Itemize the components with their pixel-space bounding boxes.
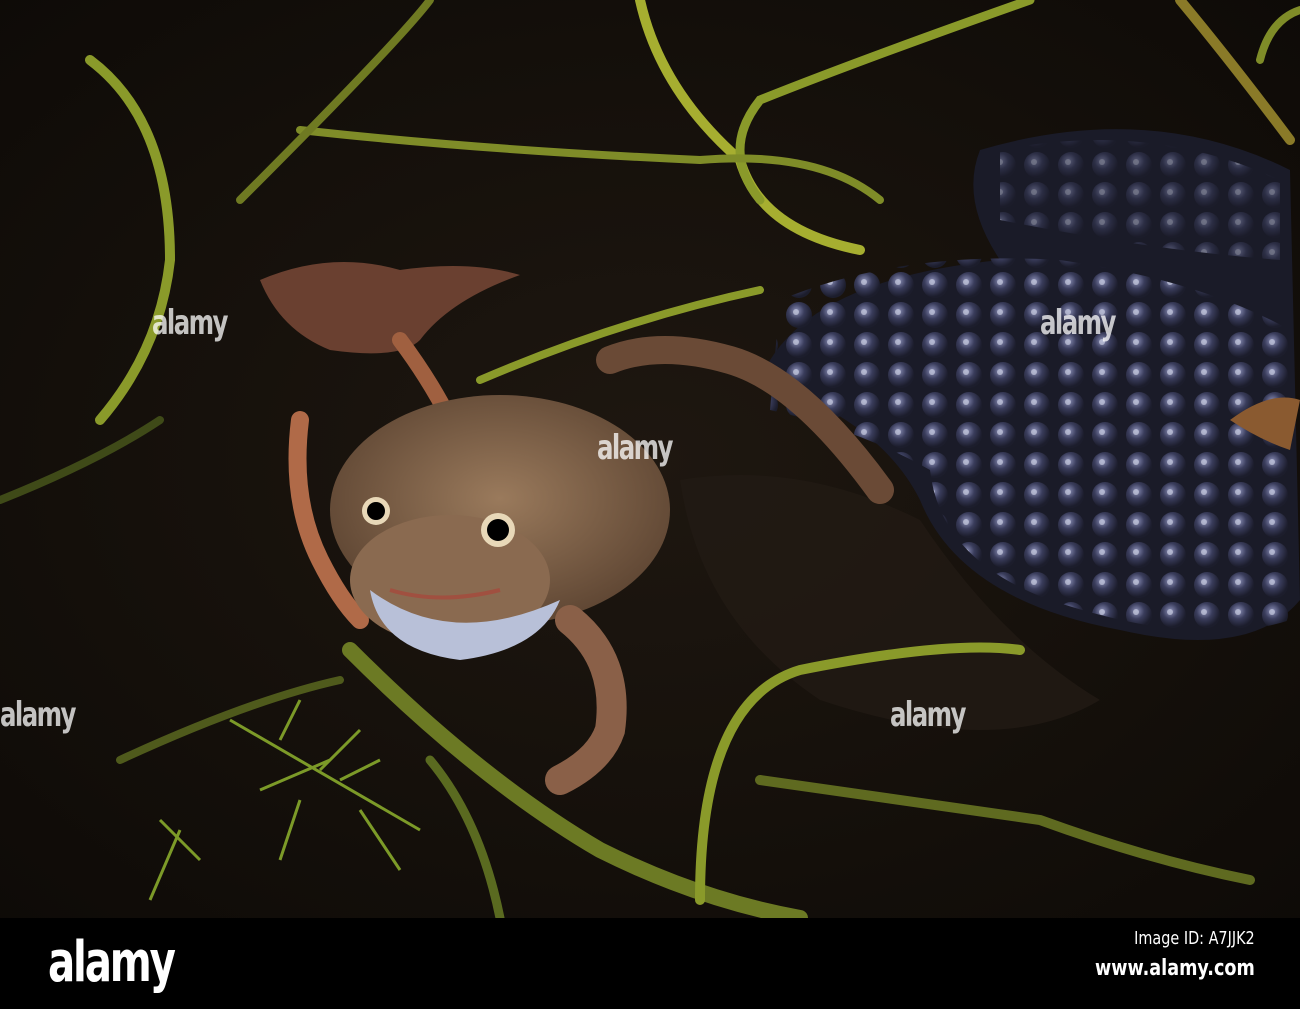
alamy-logo: alamy (48, 930, 176, 995)
watermark: alamy (0, 695, 76, 735)
website-link: www.alamy.com (1095, 956, 1255, 981)
watermark: alamy (1040, 303, 1116, 343)
watermark: alamy (152, 303, 228, 343)
watermark: alamy (597, 428, 673, 468)
stock-photo: alamy alamy alamy alamy alamy alamy Imag… (0, 0, 1300, 1009)
image-id: Image ID: A7JJK2 (1134, 928, 1255, 949)
watermark: alamy (890, 695, 966, 735)
footer-bar: alamy Image ID: A7JJK2 www.alamy.com (0, 918, 1300, 1009)
